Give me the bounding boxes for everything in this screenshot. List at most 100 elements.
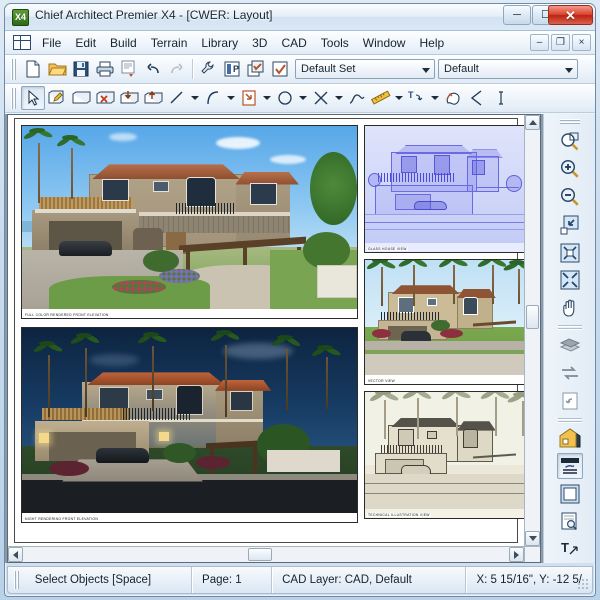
dimension-tool-dropdown[interactable] — [393, 86, 405, 110]
render-vector-view[interactable]: VECTOR VIEW — [364, 259, 524, 385]
document-frame: FULL COLOR RENDERED FRONT ELEVATION — [7, 114, 541, 563]
active-layer-button[interactable] — [268, 57, 292, 81]
line-tool-button[interactable] — [165, 86, 189, 110]
text-tool-dropdown[interactable] — [429, 86, 441, 110]
arc-tool-icon — [204, 89, 222, 107]
scroll-down-button[interactable] — [525, 531, 540, 546]
line-tool-dropdown[interactable] — [189, 86, 201, 110]
angular-dimension-button[interactable] — [465, 86, 489, 110]
vertical-dimension-button[interactable] — [489, 86, 513, 110]
mdi-restore-button[interactable]: ❐ — [551, 34, 570, 51]
layer-set-combo[interactable]: Default Set — [295, 59, 435, 79]
menu-item-terrain[interactable]: Terrain — [144, 33, 195, 53]
open-view-button[interactable] — [141, 86, 165, 110]
vertical-scroll-thumb[interactable] — [526, 305, 539, 329]
fill-window-button[interactable] — [557, 212, 583, 238]
palm-tree — [372, 260, 392, 306]
menu-item-tools[interactable]: Tools — [314, 33, 356, 53]
circle-tool-dropdown[interactable] — [297, 86, 309, 110]
toolbar-grip[interactable] — [10, 88, 17, 109]
lawn — [365, 350, 524, 355]
box-tool-dropdown[interactable] — [261, 86, 273, 110]
box-tool-button[interactable] — [237, 86, 261, 110]
menu-item-file[interactable]: File — [35, 33, 68, 53]
new-plan-button[interactable] — [21, 57, 45, 81]
render-glass-house[interactable]: GLASS HOUSE VIEW — [364, 125, 524, 253]
plan-view-button[interactable] — [557, 426, 583, 452]
save-button[interactable] — [69, 57, 93, 81]
scroll-right-button[interactable] — [509, 547, 524, 562]
undo-button[interactable] — [141, 57, 165, 81]
minimize-button[interactable]: ─ — [503, 5, 531, 25]
chevron-up-icon — [529, 120, 537, 125]
text-with-leader-button[interactable]: T — [557, 536, 583, 562]
edit-layout-page-button[interactable] — [45, 86, 69, 110]
toggle-layout-box-borders-button[interactable] — [557, 453, 583, 479]
menu-item-help[interactable]: Help — [412, 33, 451, 53]
deck-edge — [35, 209, 136, 213]
scroll-left-button[interactable] — [8, 547, 23, 562]
toolbar-grip[interactable] — [10, 59, 17, 80]
arc-tool-button[interactable] — [201, 86, 225, 110]
document-canvas[interactable]: FULL COLOR RENDERED FRONT ELEVATION — [8, 115, 524, 546]
page-setup-button[interactable]: P — [220, 57, 244, 81]
arc-tool-dropdown[interactable] — [225, 86, 237, 110]
status-bar: Select Objects [Space] Page: 1 CAD Layer… — [7, 566, 593, 594]
redo-button[interactable] — [165, 57, 189, 81]
swap-views-button[interactable] — [557, 360, 583, 386]
edit-toolbar: T — [5, 84, 595, 113]
menu-item-window[interactable]: Window — [356, 33, 413, 53]
circle-tool-button[interactable] — [273, 86, 297, 110]
render-night-elevation[interactable]: NIGHT RENDERING FRONT ELEVATION — [21, 327, 358, 523]
previous-view-button[interactable] — [557, 388, 583, 414]
vertical-scrollbar[interactable] — [524, 115, 540, 546]
point-tool-dropdown[interactable] — [333, 86, 345, 110]
open-plan-button[interactable] — [45, 57, 69, 81]
zoom-extents-button[interactable] — [557, 267, 583, 293]
render-technical-illustration[interactable]: TECHNICAL ILLUSTRATION VIEW — [364, 391, 524, 519]
send-to-layout-button[interactable] — [117, 86, 141, 110]
mdi-minimize-button[interactable]: – — [530, 34, 549, 51]
zoom-window-button[interactable] — [557, 129, 583, 155]
spline-tool-button[interactable] — [345, 86, 369, 110]
layout-page[interactable]: FULL COLOR RENDERED FRONT ELEVATION — [14, 118, 518, 543]
polyline-tool-button[interactable] — [441, 86, 465, 110]
render-main-elevation[interactable]: FULL COLOR RENDERED FRONT ELEVATION — [21, 125, 358, 319]
toolbar-grip[interactable] — [560, 118, 580, 125]
print-button[interactable] — [93, 57, 117, 81]
resize-grip[interactable] — [577, 578, 589, 590]
select-objects-button[interactable] — [21, 86, 45, 110]
render-caption: GLASS HOUSE VIEW — [367, 247, 408, 251]
horizontal-scroll-thumb[interactable] — [248, 548, 272, 561]
menu-item-3d[interactable]: 3D — [245, 33, 274, 53]
reference-display-button[interactable] — [557, 333, 583, 359]
palm-tree — [444, 260, 464, 304]
zoom-in-button[interactable] — [557, 157, 583, 183]
print-preview-button-2[interactable] — [557, 509, 583, 535]
point-tool-button[interactable] — [309, 86, 333, 110]
horizontal-scrollbar[interactable] — [8, 546, 524, 562]
new-plan-icon — [24, 60, 42, 78]
vertical-dim-icon — [494, 89, 508, 107]
layout-page-button[interactable] — [557, 481, 583, 507]
window-menu-icon[interactable] — [13, 35, 31, 50]
menu-item-library[interactable]: Library — [194, 33, 245, 53]
mdi-close-button[interactable]: × — [572, 34, 591, 51]
menu-item-edit[interactable]: Edit — [68, 33, 103, 53]
print-preview-button[interactable] — [117, 57, 141, 81]
menu-item-build[interactable]: Build — [103, 33, 144, 53]
scroll-up-button[interactable] — [525, 115, 540, 130]
balcony-rail — [176, 203, 236, 214]
active-layer-combo[interactable]: Default — [438, 59, 578, 79]
fill-window-building-button[interactable] — [557, 240, 583, 266]
zoom-out-button[interactable] — [557, 184, 583, 210]
preferences-button[interactable] — [196, 57, 220, 81]
display-options-button[interactable] — [244, 57, 268, 81]
pan-window-button[interactable] — [557, 295, 583, 321]
menu-item-cad[interactable]: CAD — [274, 33, 313, 53]
insert-page-button[interactable] — [69, 86, 93, 110]
close-button[interactable]: ✕ — [548, 5, 593, 25]
text-tool-button[interactable]: T — [405, 86, 429, 110]
delete-page-button[interactable] — [93, 86, 117, 110]
dimension-tool-button[interactable] — [369, 86, 393, 110]
